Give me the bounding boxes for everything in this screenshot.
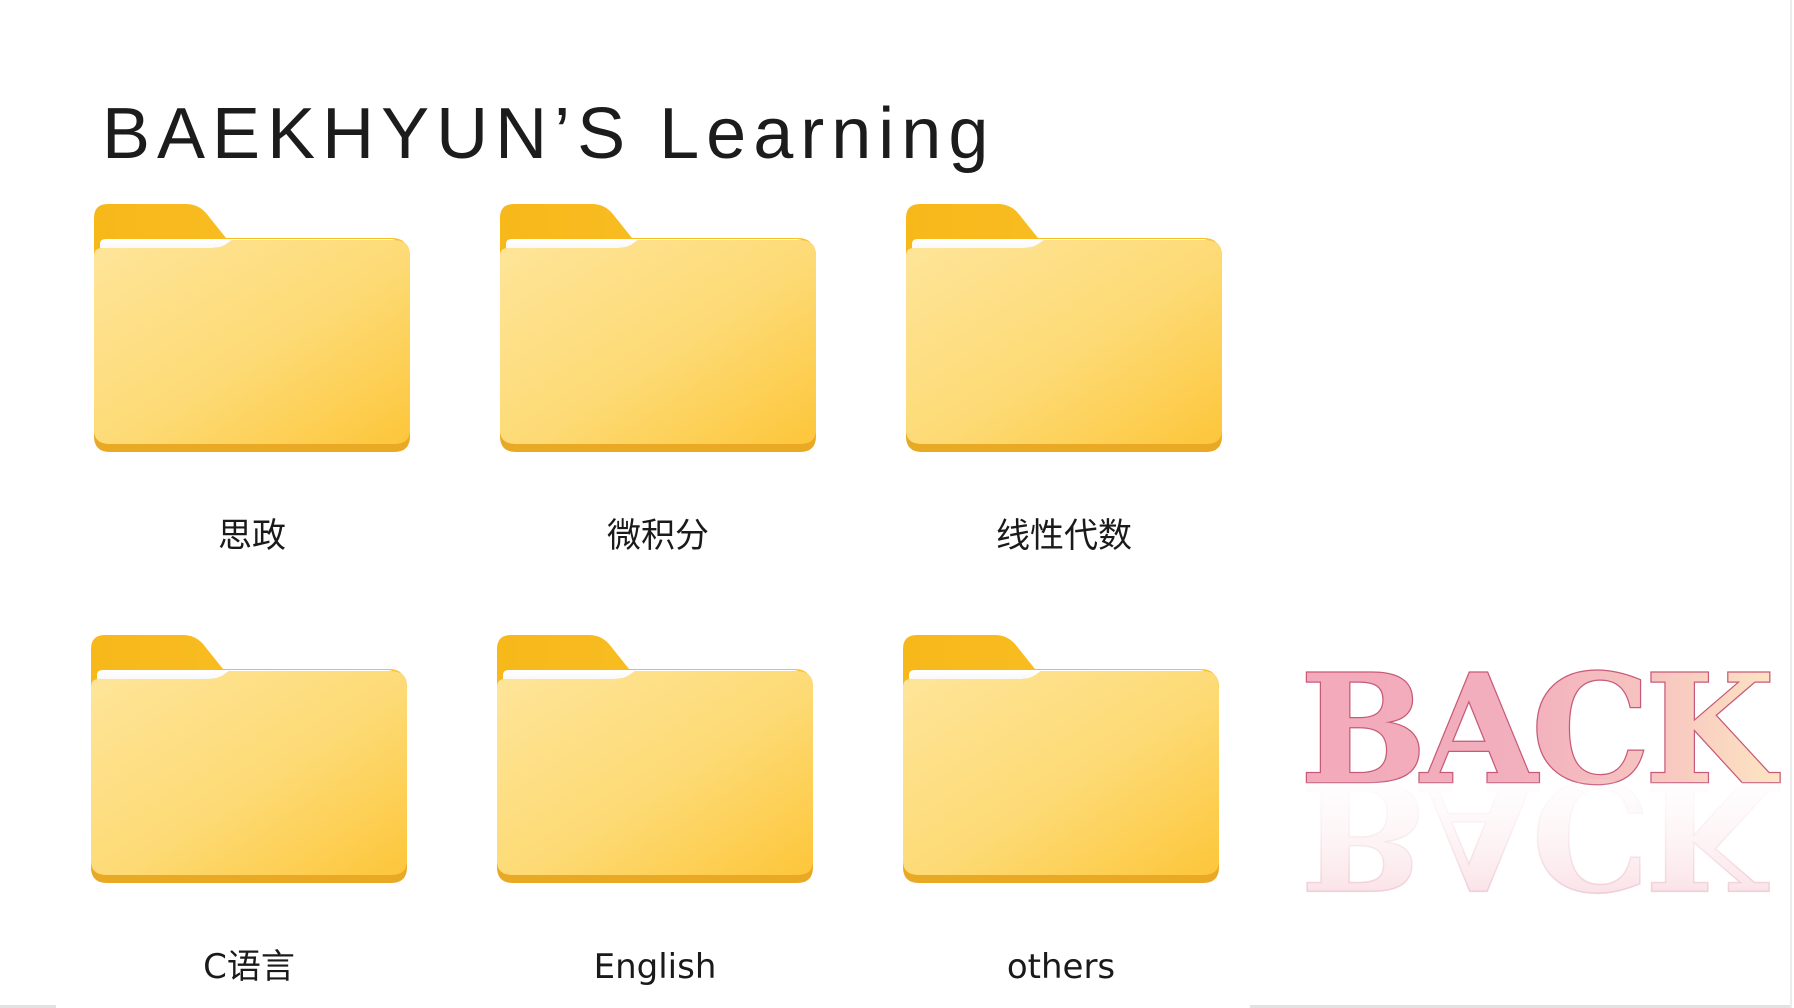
slide-right-border: [1790, 0, 1792, 1008]
back-button[interactable]: BACK BACK: [1296, 641, 1787, 942]
back-label-reflection: BACK: [1300, 746, 1780, 922]
folder-icon: [500, 204, 816, 452]
folder-icon: [91, 635, 407, 883]
folder-label-others: others: [1006, 947, 1116, 987]
page-title: BAEKHYUN’S Learning: [102, 94, 996, 174]
folder-icon: [94, 204, 410, 452]
slide-canvas: BAEKHYUN’S Learning 思政 微积分 线性代数 C语言 Engl…: [0, 0, 1794, 1008]
folder-icon: [903, 635, 1219, 883]
back-word-art: BACK BACK: [1299, 641, 1787, 923]
folder-label-english: English: [593, 947, 717, 987]
folder-label-sizheng: 思政: [218, 516, 286, 556]
folder-icon: [906, 204, 1222, 452]
folder-label-c-language: C语言: [203, 947, 295, 987]
folder-label-linear-algebra: 线性代数: [996, 516, 1132, 556]
folder-label-calculus: 微积分: [607, 516, 709, 556]
folder-icon: [497, 635, 813, 883]
